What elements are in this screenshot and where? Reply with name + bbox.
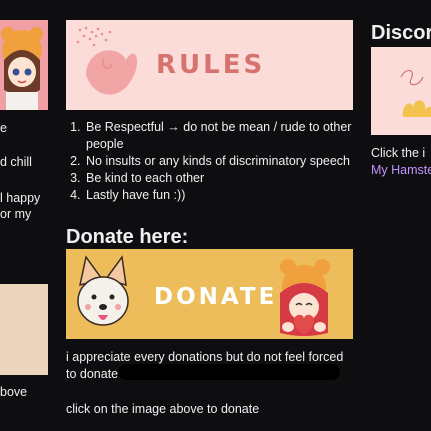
rule-item: Lastly have fun :)): [84, 187, 374, 204]
left-text-line-5: bove: [0, 385, 28, 399]
donate-banner-text: DONATE: [154, 284, 278, 310]
discord-panel-decoration: [371, 47, 431, 135]
discord-panel-heading: Discor: [371, 22, 431, 44]
rules-list: Be Respectful → do not be mean / rude to…: [66, 119, 374, 204]
left-panel-image[interactable]: [0, 284, 48, 375]
left-text-line-2: d chill: [0, 155, 32, 169]
streamer-avatar-illustration: [0, 20, 48, 110]
rule-item: Be Respectful → do not be mean / rude to…: [84, 119, 374, 153]
donate-banner-image-link[interactable]: DONATE: [66, 249, 353, 339]
rules-banner-image: RULES: [66, 20, 353, 110]
donate-heading: Donate here:: [66, 226, 189, 248]
rule-item: Be kind to each other: [84, 170, 374, 187]
rule-item: No insults or any kinds of discriminator…: [84, 153, 374, 170]
rules-banner-title: RULES: [156, 50, 266, 80]
discord-panel-text: Click the i: [371, 146, 426, 160]
left-text-line-1: e: [0, 121, 7, 135]
left-text-line-4: or my: [0, 207, 32, 221]
redacted-text-overlay: [118, 364, 340, 380]
donate-click-instruction: click on the image above to donate: [66, 402, 260, 416]
left-text-line-3: l happy: [0, 191, 41, 205]
discord-panel-image[interactable]: [371, 47, 431, 135]
left-panel-avatar-image[interactable]: [0, 20, 48, 110]
discord-panel-link[interactable]: My Hamste: [371, 163, 431, 177]
